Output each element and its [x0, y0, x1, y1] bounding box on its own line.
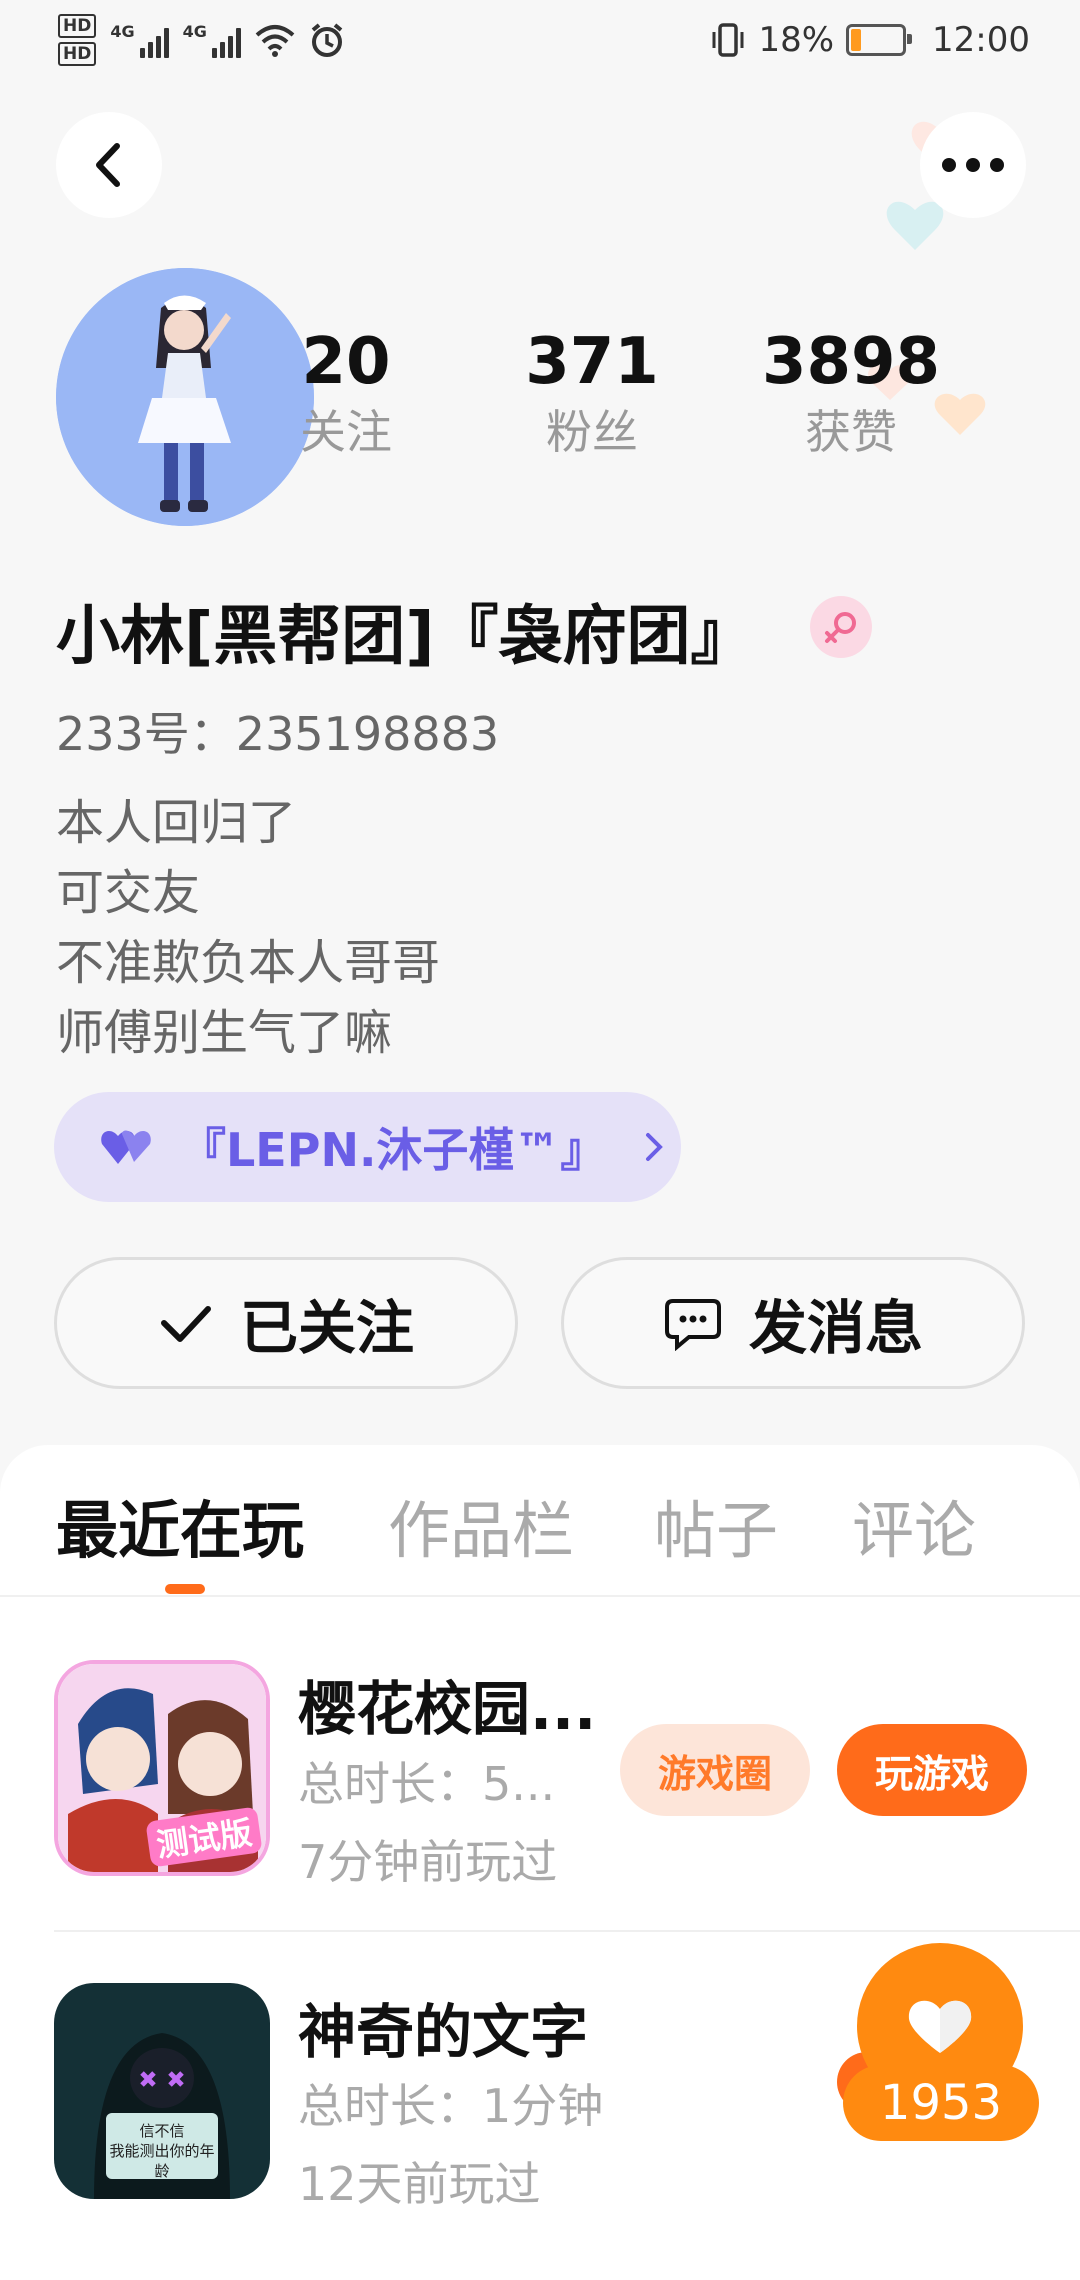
followers-stat[interactable]: 371 粉丝 — [522, 322, 662, 462]
likes-stat[interactable]: 3898 获赞 — [756, 322, 946, 462]
vibrate-icon — [712, 23, 744, 57]
avatar[interactable] — [56, 268, 314, 526]
back-button[interactable] — [56, 112, 162, 218]
game-title[interactable]: 神奇的文字 — [298, 1985, 588, 2069]
game-title[interactable]: 樱花校园... — [298, 1662, 596, 1746]
chat-bubble-icon — [664, 1299, 721, 1351]
signal-icon: 4G — [183, 22, 241, 58]
game-duration: 总时长：1分钟 — [298, 2079, 604, 2133]
profile-name: 小林[黑帮团]『袅府团』 — [56, 600, 755, 674]
tab-posts[interactable]: 帖子 — [654, 1480, 778, 1570]
game-last-played: 12天前玩过 — [298, 2157, 541, 2211]
anime-girl-avatar-image — [56, 268, 314, 526]
game-icon-sakura[interactable]: 测试版 — [54, 1660, 270, 1876]
tab-divider — [0, 1595, 1080, 1597]
list-divider — [54, 1930, 1080, 1932]
play-game-button[interactable]: 玩游戏 — [837, 1724, 1027, 1816]
tab-recently-playing[interactable]: 最近在玩 — [56, 1480, 304, 1570]
relationship-tag-button[interactable]: 『LEPN.沐子槿™』 — [54, 1092, 681, 1202]
chevron-right-icon — [646, 1133, 664, 1161]
signal-icon: 4G — [110, 22, 169, 58]
game-circle-button[interactable]: 游戏圈 — [620, 1724, 810, 1816]
female-icon — [810, 596, 872, 658]
more-dots-icon — [942, 158, 1004, 172]
alarm-icon — [311, 23, 343, 57]
active-tab-indicator — [165, 1584, 205, 1594]
heart-icon — [908, 2000, 972, 2053]
user-id: 233号：235198883 — [56, 707, 500, 761]
game-last-played: 7分钟前玩过 — [298, 1835, 558, 1889]
chevron-left-icon — [96, 143, 120, 187]
tab-comments[interactable]: 评论 — [852, 1480, 976, 1570]
wifi-icon — [255, 25, 295, 57]
checkmark-icon — [160, 1306, 211, 1342]
more-button[interactable] — [920, 112, 1026, 218]
tab-works[interactable]: 作品栏 — [388, 1480, 574, 1570]
bio: 本人回归了 可交友 不准欺负本人哥哥 师傅别生气了嘛 — [56, 795, 441, 1061]
double-heart-icon — [101, 1130, 151, 1164]
followed-button[interactable]: 已关注 — [54, 1257, 518, 1389]
battery-percent: 18% — [758, 20, 835, 60]
floating-like-count: 1953 — [843, 2065, 1039, 2141]
game-icon-magic-text[interactable]: 信不信 我能测出你的年龄 — [54, 1983, 270, 2199]
following-stat[interactable]: 20 关注 — [286, 322, 406, 462]
game-duration: 总时长：5... — [298, 1757, 556, 1811]
hd-indicator: HD HD — [58, 14, 97, 66]
send-message-button[interactable]: 发消息 — [561, 1257, 1025, 1389]
